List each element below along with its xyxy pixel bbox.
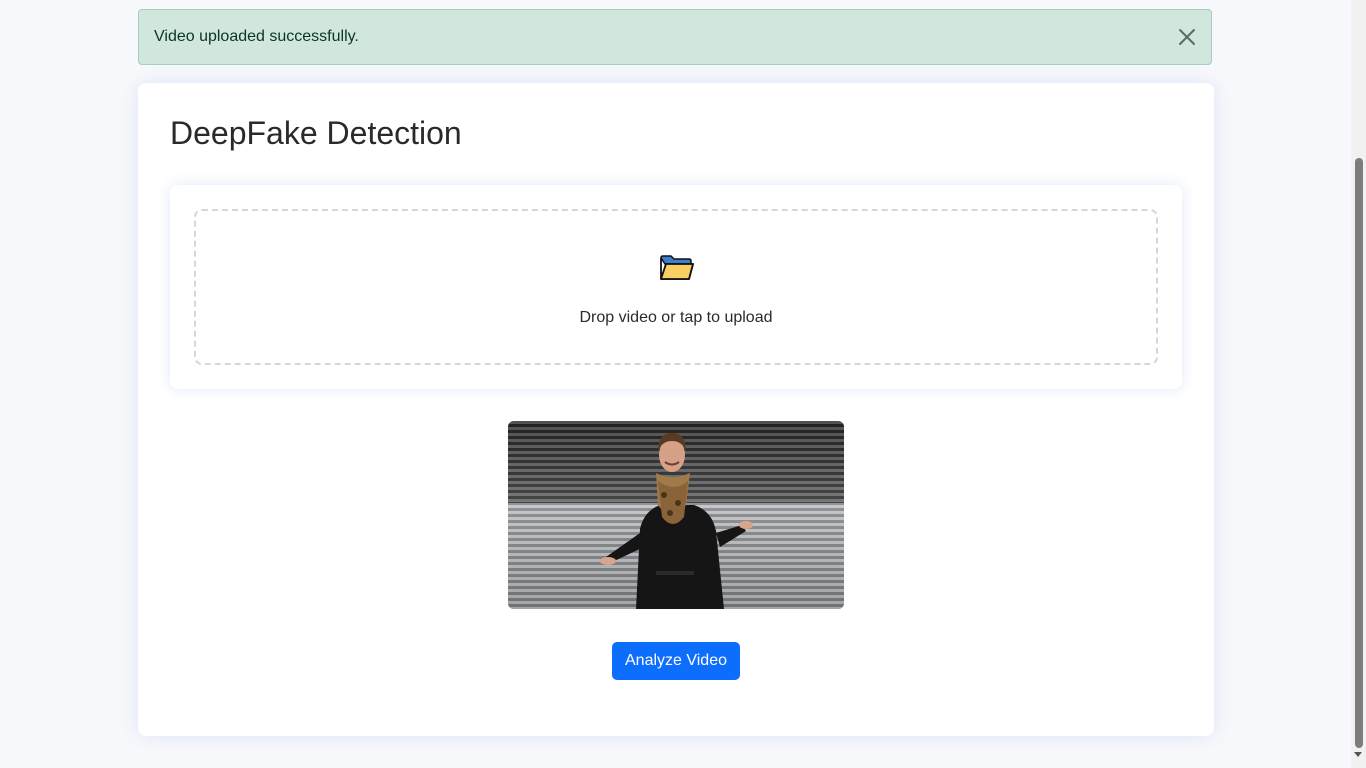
page-title: DeepFake Detection (170, 115, 462, 151)
scroll-down-arrow-icon[interactable] (1354, 752, 1362, 757)
video-preview[interactable] (508, 421, 844, 609)
success-alert: Video uploaded successfully. (138, 9, 1212, 65)
folder-icon (660, 255, 694, 280)
vertical-scrollbar[interactable] (1351, 0, 1366, 768)
scrollbar-thumb[interactable] (1355, 158, 1363, 748)
main-card: DeepFake Detection Drop video or tap to … (138, 83, 1214, 736)
alert-message: Video uploaded successfully. (154, 28, 359, 45)
upload-panel: Drop video or tap to upload (170, 185, 1182, 389)
page: Video uploaded successfully. DeepFake De… (0, 0, 1366, 768)
analyze-video-button[interactable]: Analyze Video (612, 642, 740, 680)
video-thumbnail (508, 421, 844, 609)
dropzone-label: Drop video or tap to upload (579, 309, 773, 326)
video-dropzone[interactable]: Drop video or tap to upload (194, 209, 1158, 365)
close-icon[interactable] (1177, 27, 1197, 47)
